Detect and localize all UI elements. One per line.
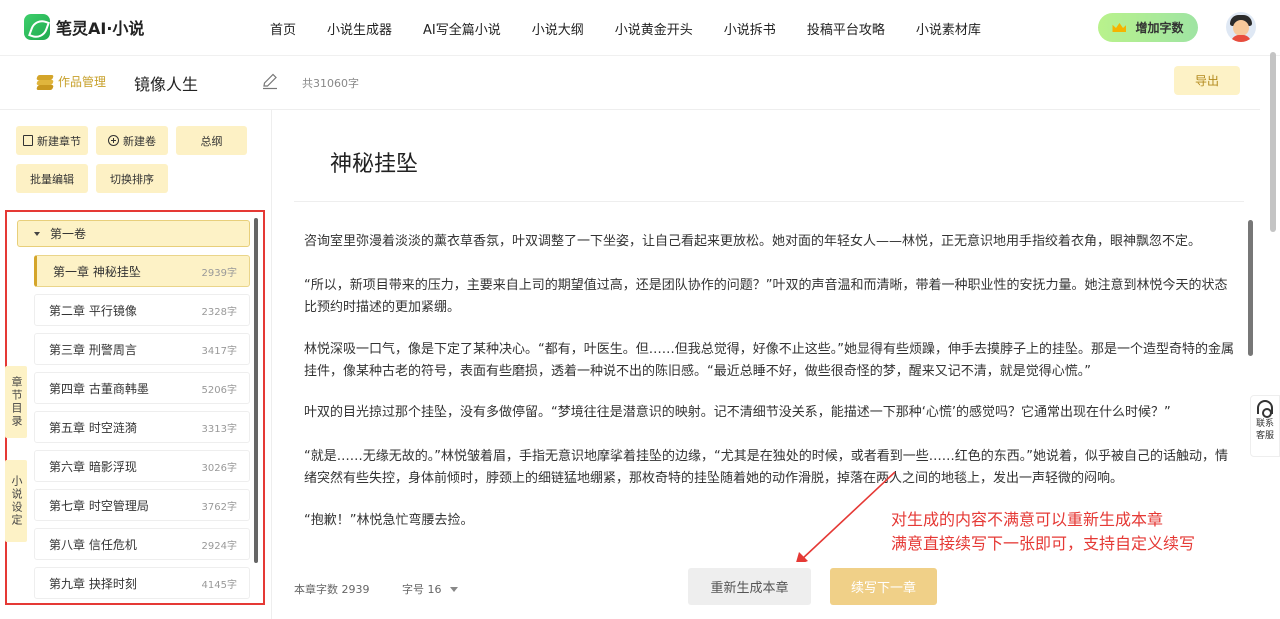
work-title: 镜像人生 — [134, 75, 199, 94]
font-size-value: 字号 16 — [402, 583, 442, 596]
nav-links: 首页 小说生成器 AI写全篇小说 小说大纲 小说黄金开头 小说拆书 投稿平台攻略… — [270, 0, 1012, 56]
nav-link-golden-opening[interactable]: 小说黄金开头 — [615, 19, 693, 38]
chapter-name: 第四章 古董商韩墨 — [49, 381, 149, 396]
new-chapter-button[interactable]: 新建章节 — [16, 126, 88, 155]
chapter-item[interactable]: 第三章 刑警周言 3417字 — [34, 333, 250, 365]
chapter-list-scrollbar[interactable] — [254, 218, 258, 563]
chapter-word-count: 2328字 — [201, 306, 237, 318]
chapter-word-count: 2924字 — [201, 540, 237, 552]
chapter-item[interactable]: 第八章 信任危机 2924字 — [34, 528, 250, 560]
nav-link-ai-full-novel[interactable]: AI写全篇小说 — [423, 19, 501, 38]
chapter-name: 第二章 平行镜像 — [49, 303, 137, 318]
volume-name: 第一卷 — [50, 227, 87, 241]
work-word-total: 共31060字 — [302, 77, 359, 90]
chapter-word-count: 3417字 — [201, 345, 237, 357]
nav-link-outline[interactable]: 小说大纲 — [532, 19, 584, 38]
chapter-name: 第九章 抉择时刻 — [49, 576, 137, 591]
continue-next-chapter-button[interactable]: 续写下一章 — [830, 568, 937, 605]
content-paragraph[interactable]: 叶双的目光掠过那个挂坠，没有多做停留。“梦境往往是潜意识的映射。记不清细节没关系… — [304, 402, 1240, 424]
chapter-word-count: 3762字 — [201, 501, 237, 513]
nav-link-home[interactable]: 首页 — [270, 19, 296, 38]
chapter-word-count: 4145字 — [201, 579, 237, 591]
edit-pen-icon[interactable] — [261, 72, 279, 90]
chapter-name: 第五章 时空涟漪 — [49, 420, 137, 435]
volume-row[interactable]: 第一卷 — [17, 220, 250, 247]
chapter-item[interactable]: 第四章 古董商韩墨 5206字 — [34, 372, 250, 404]
chapter-name: 第七章 时空管理局 — [49, 498, 149, 513]
editor-bottom-bar: 本章字数 2939 字号 16 重新生成本章 续写下一章 — [273, 562, 1260, 619]
caret-down-icon[interactable] — [34, 231, 40, 236]
work-header: 作品管理 镜像人生 共31060字 导出 — [0, 56, 1260, 110]
new-document-icon — [23, 135, 33, 146]
leaf-logo-icon — [24, 14, 50, 40]
batch-edit-button[interactable]: 批量编辑 — [16, 164, 88, 193]
page-scrollbar[interactable] — [1270, 52, 1276, 232]
chapter-name: 第一章 神秘挂坠 — [53, 264, 141, 279]
works-management-label: 作品管理 — [58, 75, 107, 89]
customer-service-label: 联系客服 — [1255, 419, 1274, 441]
new-volume-label: 新建卷 — [123, 134, 156, 148]
new-volume-button[interactable]: 新建卷 — [96, 126, 168, 155]
chapter-name: 第八章 信任危机 — [49, 537, 137, 552]
chapter-word-count: 3026字 — [201, 462, 237, 474]
tab-novel-settings[interactable]: 小说设定 — [5, 460, 27, 542]
content-paragraph[interactable]: 林悦深吸一口气，像是下定了某种决心。“都有，叶医生。但……但我总觉得，好像不止这… — [304, 339, 1240, 383]
tab-chapter-catalog[interactable]: 章节目录 — [5, 366, 27, 438]
chapter-catalog: 第一卷 第一章 神秘挂坠 2939字 第二章 平行镜像 2328字 第三章 刑警… — [5, 210, 265, 605]
regenerate-chapter-button[interactable]: 重新生成本章 — [688, 568, 811, 605]
outline-button[interactable]: 总纲 — [176, 126, 247, 155]
switch-sort-button[interactable]: 切换排序 — [96, 164, 168, 193]
chapter-item[interactable]: 第六章 暗影浮现 3026字 — [34, 450, 250, 482]
chapter-word-count: 3313字 — [201, 423, 237, 435]
title-divider — [294, 201, 1244, 202]
annotation-line: 满意直接续写下一张即可，支持自定义续写 — [891, 534, 1196, 553]
chapter-name: 第三章 刑警周言 — [49, 342, 137, 357]
export-button[interactable]: 导出 — [1174, 66, 1240, 95]
annotation-arrow — [795, 471, 896, 566]
content-paragraph[interactable]: “就是……无缘无故的。”林悦皱着眉，手指无意识地摩挲着挂坠的边缘，“尤其是在独处… — [304, 446, 1240, 490]
plus-circle-icon — [108, 135, 119, 146]
chapter-item[interactable]: 第一章 神秘挂坠 2939字 — [34, 255, 250, 287]
chapter-item[interactable]: 第二章 平行镜像 2328字 — [34, 294, 250, 326]
chapter-word-count: 本章字数 2939 — [294, 583, 370, 596]
chevron-down-icon — [449, 586, 458, 592]
new-chapter-label: 新建章节 — [37, 134, 81, 148]
top-navigation: 笔灵AI·小说 首页 小说生成器 AI写全篇小说 小说大纲 小说黄金开头 小说拆… — [0, 0, 1280, 56]
chapter-word-count: 5206字 — [201, 384, 237, 396]
annotation-line: 对生成的内容不满意可以重新生成本章 — [891, 510, 1164, 529]
headset-icon — [1257, 400, 1273, 418]
nav-link-material-library[interactable]: 小说素材库 — [916, 19, 981, 38]
nav-link-novel-generator[interactable]: 小说生成器 — [327, 19, 392, 38]
content-paragraph[interactable]: “所以，新项目带来的压力，主要来自上司的期望值过高，还是团队协作的问题？”叶双的… — [304, 275, 1240, 319]
nav-link-submission-guide[interactable]: 投稿平台攻略 — [807, 19, 885, 38]
add-words-button[interactable]: 增加字数 — [1098, 13, 1198, 42]
chapter-item[interactable]: 第七章 时空管理局 3762字 — [34, 489, 250, 521]
chapter-name: 第六章 暗影浮现 — [49, 459, 137, 474]
chapter-item[interactable]: 第五章 时空涟漪 3313字 — [34, 411, 250, 443]
chapter-panel: 新建章节 新建卷 总纲 批量编辑 切换排序 第一卷 第一章 神秘挂坠 2939字… — [0, 110, 272, 619]
app-name: 笔灵AI·小说 — [56, 19, 145, 38]
editor-scrollbar[interactable] — [1248, 220, 1253, 356]
font-size-select[interactable]: 字号 16 — [402, 581, 458, 597]
content-paragraph[interactable]: 咨询室里弥漫着淡淡的薰衣草香氛，叶双调整了一下坐姿，让自己看起来更放松。她对面的… — [304, 231, 1240, 253]
app-logo[interactable]: 笔灵AI·小说 — [24, 14, 144, 40]
customer-service-button[interactable]: 联系客服 — [1250, 395, 1280, 457]
layers-icon — [36, 74, 54, 90]
user-avatar[interactable] — [1226, 12, 1256, 42]
chapter-editor: 神秘挂坠 咨询室里弥漫着淡淡的薰衣草香氛，叶双调整了一下坐姿，让自己看起来更放松… — [273, 110, 1260, 619]
chapter-item[interactable]: 第九章 抉择时刻 4145字 — [34, 567, 250, 599]
chapter-title[interactable]: 神秘挂坠 — [330, 146, 418, 178]
add-words-label: 增加字数 — [1135, 21, 1184, 35]
annotation-text: 对生成的内容不满意可以重新生成本章 满意直接续写下一张即可，支持自定义续写 — [891, 508, 1195, 556]
chapter-word-count: 2939字 — [201, 267, 237, 279]
works-management-link[interactable]: 作品管理 — [36, 73, 106, 90]
crown-icon — [1112, 23, 1127, 32]
nav-link-book-breakdown[interactable]: 小说拆书 — [724, 19, 776, 38]
